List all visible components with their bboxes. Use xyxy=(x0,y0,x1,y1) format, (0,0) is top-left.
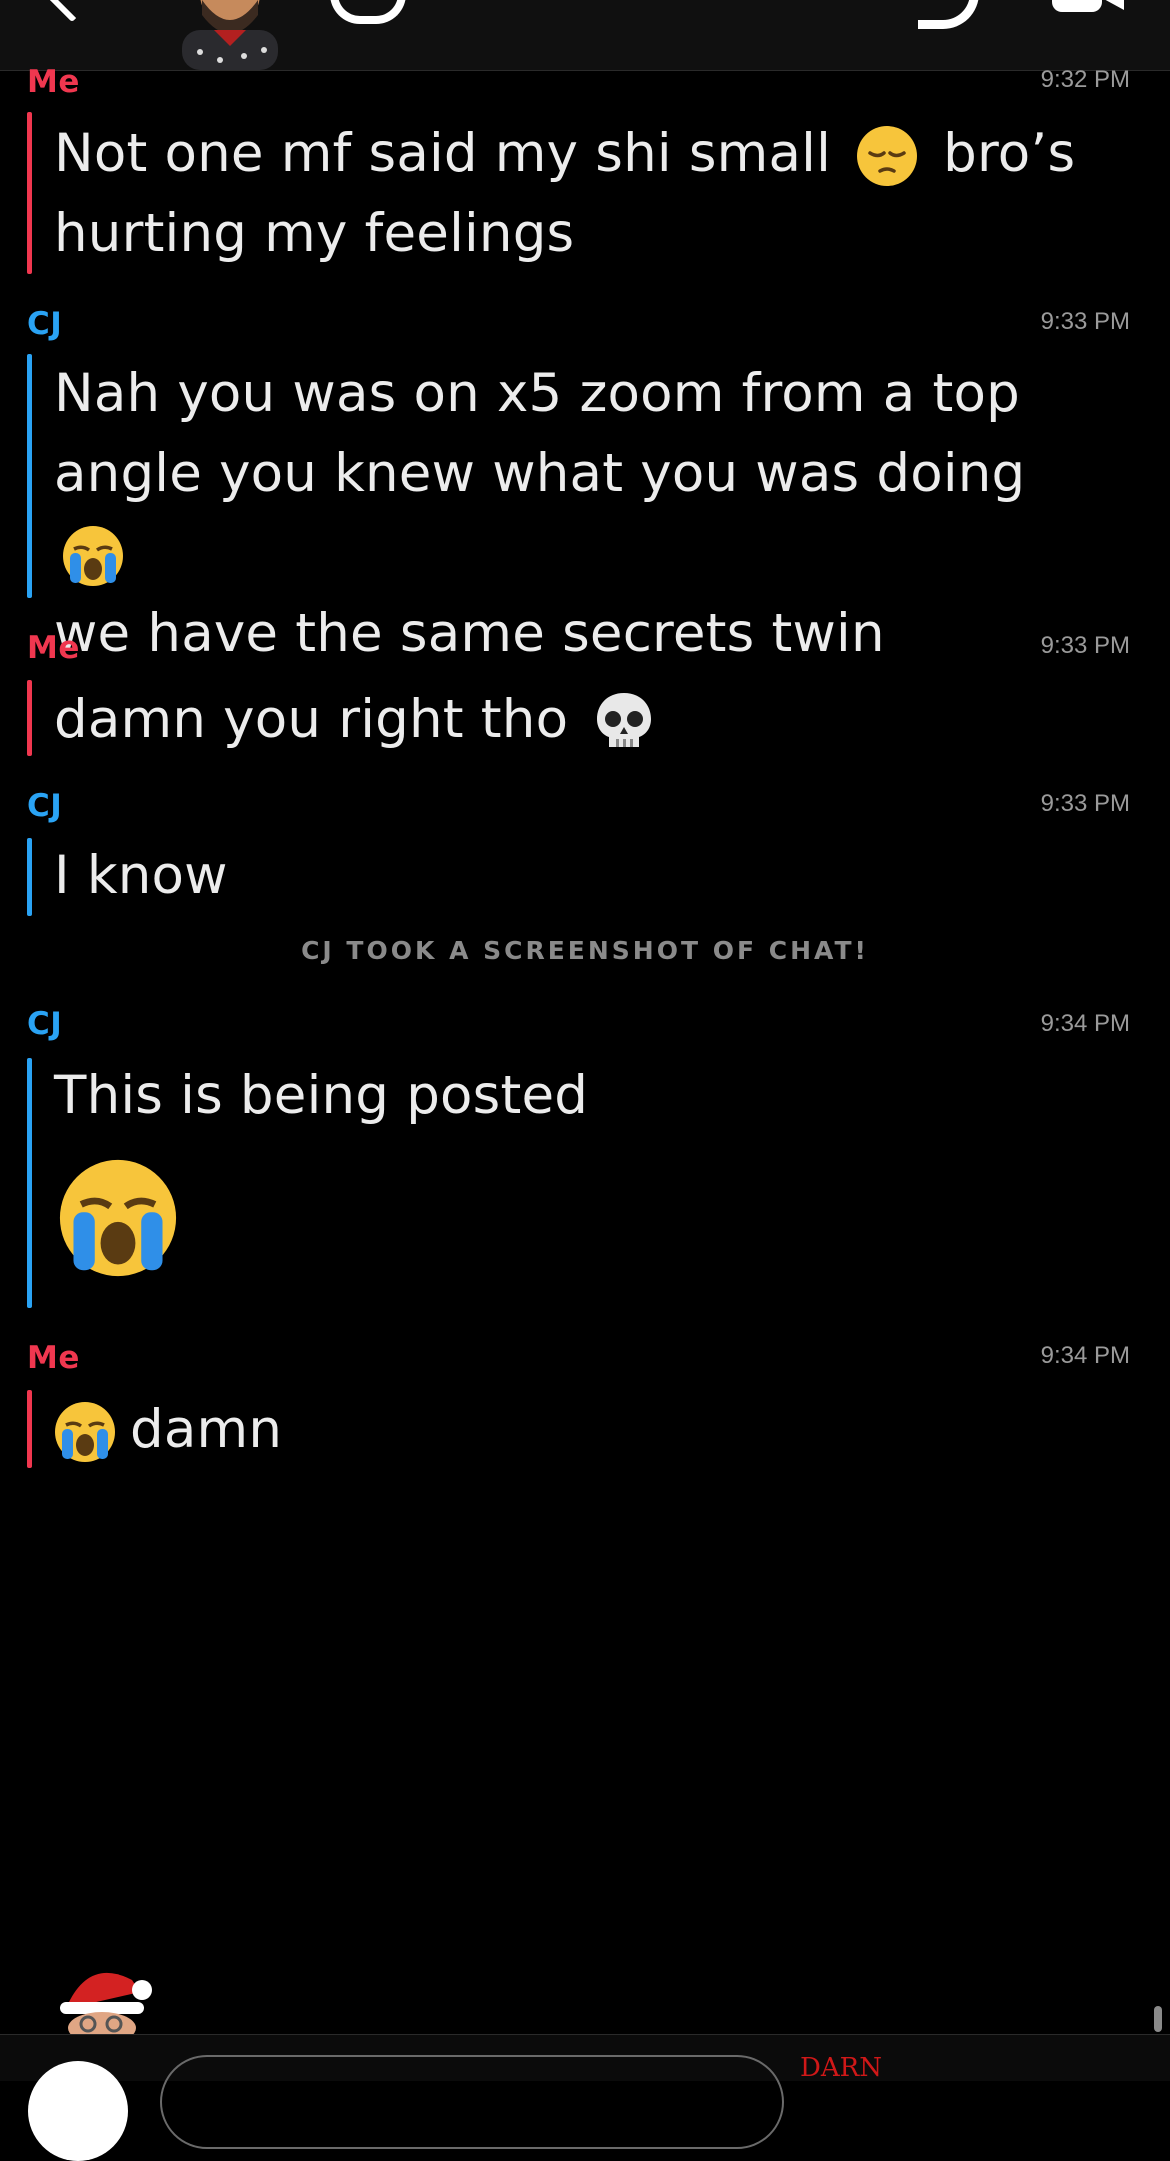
message-line: damn xyxy=(130,1399,283,1460)
message-accent-bar xyxy=(27,680,32,756)
chat-input[interactable] xyxy=(160,2055,784,2149)
message-line: bro’s xyxy=(943,123,1076,184)
message-line: hurting my feelings xyxy=(54,203,575,264)
chevron-left-icon[interactable] xyxy=(43,0,101,23)
message-time: 9:33 PM xyxy=(1040,790,1130,817)
message-accent-bar xyxy=(27,1390,32,1468)
message-text[interactable]: I know xyxy=(54,836,1094,916)
message-text[interactable]: This is being posted xyxy=(54,1056,1094,1136)
message-text[interactable]: Not one mf said my shi small bro’s hurti… xyxy=(54,114,1094,274)
pensive-face-icon xyxy=(857,126,918,187)
sender-label: CJ xyxy=(27,306,63,342)
loudly-crying-face-icon xyxy=(63,526,123,587)
message-line: Nah you was on x5 zoom from a top xyxy=(54,363,1020,424)
sender-label: Me xyxy=(27,630,80,666)
sender-label: CJ xyxy=(27,788,63,824)
sender-label: Me xyxy=(27,64,80,100)
skull-icon xyxy=(597,693,652,748)
santa-bitmoji-icon xyxy=(60,1972,152,2034)
sender-label: CJ xyxy=(27,1006,63,1042)
loudly-crying-face-icon xyxy=(55,1402,115,1463)
loudly-crying-face-icon xyxy=(59,1159,177,1277)
scrollbar-thumb[interactable] xyxy=(1154,2006,1162,2032)
draft-text: DARN xyxy=(800,2053,882,2083)
composer-bar: DARN xyxy=(0,2034,1170,2161)
camera-button-icon[interactable] xyxy=(28,2061,128,2161)
screenshot-notice: CJ TOOK A SCREENSHOT OF CHAT! xyxy=(301,936,869,965)
message-time: 9:34 PM xyxy=(1040,1342,1130,1369)
message-accent-bar xyxy=(27,112,32,274)
message-time: 9:33 PM xyxy=(1040,308,1130,335)
chat-title[interactable] xyxy=(330,0,406,24)
message-time: 9:34 PM xyxy=(1040,1010,1130,1037)
message-text[interactable]: damn xyxy=(54,1390,1094,1470)
message-accent-bar xyxy=(27,1058,32,1308)
message-line: angle you knew what you was doing xyxy=(54,443,1026,504)
message-line: I know xyxy=(54,845,228,906)
bitmoji-avatar-icon[interactable] xyxy=(174,0,286,70)
message-line: we have the same secrets twin xyxy=(54,603,885,664)
message-text[interactable]: Nah you was on x5 zoom from a top angle … xyxy=(54,354,1094,674)
sender-label: Me xyxy=(27,1340,80,1376)
message-accent-bar xyxy=(27,354,32,598)
message-text[interactable]: damn you right tho xyxy=(54,680,1094,760)
phone-icon[interactable] xyxy=(918,0,979,29)
message-line: damn you right tho xyxy=(54,689,569,750)
message-time: 9:33 PM xyxy=(1040,632,1130,659)
message-accent-bar xyxy=(27,838,32,916)
message-line: Not one mf said my shi small xyxy=(54,123,831,184)
video-camera-icon[interactable] xyxy=(1052,0,1124,12)
message-time: 9:32 PM xyxy=(1040,66,1130,93)
message-line: This is being posted xyxy=(54,1065,589,1126)
chat-header xyxy=(0,0,1170,71)
